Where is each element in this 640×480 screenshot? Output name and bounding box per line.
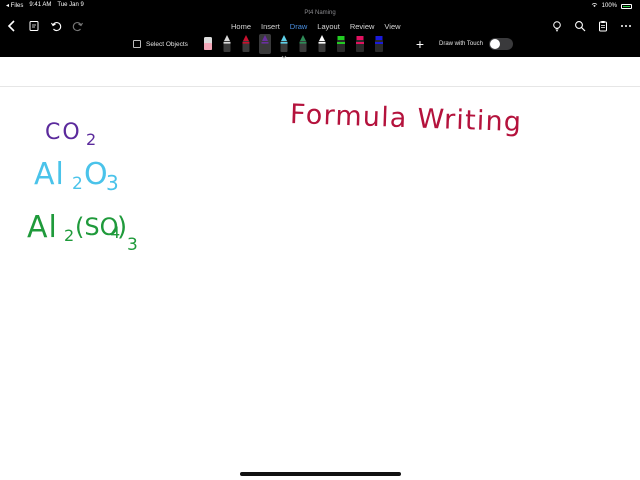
highlighter-tool-9[interactable] bbox=[354, 34, 366, 54]
more-icon[interactable] bbox=[620, 20, 632, 32]
pen-tray bbox=[202, 34, 385, 54]
redo-icon[interactable] bbox=[72, 20, 84, 32]
back-to-files-link[interactable]: ◂ Files bbox=[6, 2, 23, 9]
select-objects-label: Select Objects bbox=[146, 40, 188, 48]
formula-al2so43-main3: ) bbox=[117, 212, 127, 242]
formula-al2o3-main: Al bbox=[34, 157, 65, 192]
pen-icon bbox=[261, 35, 269, 52]
toggle-knob bbox=[490, 39, 500, 49]
pen-icon bbox=[299, 35, 307, 52]
tab-insert[interactable]: Insert bbox=[256, 22, 285, 31]
add-pen-button[interactable]: + bbox=[414, 37, 426, 51]
formula-al2o3-sub2: 3 bbox=[106, 171, 119, 195]
tab-home[interactable]: Home bbox=[226, 22, 256, 31]
select-objects-checkbox[interactable] bbox=[133, 40, 141, 48]
formula-al2o3-main2: O bbox=[84, 157, 108, 192]
select-objects-button[interactable]: Select Objects bbox=[133, 40, 188, 48]
battery-percent: 100% bbox=[601, 3, 617, 9]
pen-icon bbox=[318, 35, 326, 52]
draw-toolbar: Select Objects + Draw with Touch bbox=[0, 34, 640, 56]
lightbulb-icon[interactable] bbox=[551, 20, 563, 32]
formula-co2-main: CO bbox=[45, 120, 82, 145]
pen-icon bbox=[223, 35, 231, 52]
tab-view[interactable]: View bbox=[379, 22, 405, 31]
highlighter-tool-8[interactable] bbox=[335, 34, 347, 54]
formula-co2: CO 2 bbox=[45, 120, 96, 149]
pen-tool-4[interactable] bbox=[259, 34, 271, 54]
formula-al2o3: Al 2 O 3 bbox=[34, 157, 119, 195]
pen-icon bbox=[242, 35, 250, 52]
highlighter-icon bbox=[337, 36, 345, 52]
eraser-icon bbox=[204, 37, 212, 50]
tab-review[interactable]: Review bbox=[345, 22, 380, 31]
clipboard-icon[interactable] bbox=[597, 20, 609, 32]
formula-al2so43-sub3: 3 bbox=[127, 235, 138, 255]
drawing-canvas[interactable]: Formula Writing CO 2 Al 2 O 3 Al 2 (SO 4… bbox=[0, 57, 640, 480]
wifi-icon bbox=[591, 2, 598, 10]
pen-tool-7[interactable] bbox=[316, 34, 328, 54]
formula-al2o3-sub: 2 bbox=[72, 174, 83, 194]
formula-al2so43-sub: 2 bbox=[64, 226, 74, 245]
heading-ink: Formula Writing bbox=[290, 99, 523, 138]
highlighter-icon bbox=[375, 36, 383, 52]
pen-tool-2[interactable] bbox=[221, 34, 233, 54]
formula-al2so43: Al 2 (SO 4 ) 3 bbox=[27, 210, 138, 255]
top-chrome: ◂ Files 9:41 AM Tue Jan 9 100% Pt4 Namin… bbox=[0, 0, 640, 59]
file-icon[interactable] bbox=[28, 20, 40, 32]
status-time: 9:41 AM bbox=[29, 2, 52, 8]
ribbon-tabs: Home Insert Draw Layout Review View bbox=[226, 17, 406, 35]
undo-icon[interactable] bbox=[50, 20, 62, 32]
draw-with-touch-toggle[interactable] bbox=[489, 38, 513, 50]
tab-layout[interactable]: Layout bbox=[312, 22, 345, 31]
document-title: Pt4 Naming bbox=[304, 10, 336, 16]
back-chevron-icon[interactable] bbox=[6, 20, 18, 32]
search-icon[interactable] bbox=[574, 20, 586, 32]
pen-tool-6[interactable] bbox=[297, 34, 309, 54]
battery-icon bbox=[621, 3, 632, 9]
status-date: Tue Jan 9 bbox=[57, 2, 84, 8]
chevron-down-icon[interactable] bbox=[281, 47, 287, 59]
home-indicator[interactable] bbox=[240, 472, 401, 476]
formula-co2-sub: 2 bbox=[86, 130, 96, 149]
tab-draw[interactable]: Draw bbox=[285, 22, 313, 31]
pen-tool-3[interactable] bbox=[240, 34, 252, 54]
highlighter-icon bbox=[356, 36, 364, 52]
draw-with-touch-label: Draw with Touch bbox=[439, 41, 483, 47]
formula-al2so43-main: Al bbox=[27, 210, 58, 245]
ink-layer: Formula Writing CO 2 Al 2 O 3 Al 2 (SO 4… bbox=[27, 99, 523, 255]
eraser-tool-1[interactable] bbox=[202, 34, 214, 54]
highlighter-tool-10[interactable] bbox=[373, 34, 385, 54]
